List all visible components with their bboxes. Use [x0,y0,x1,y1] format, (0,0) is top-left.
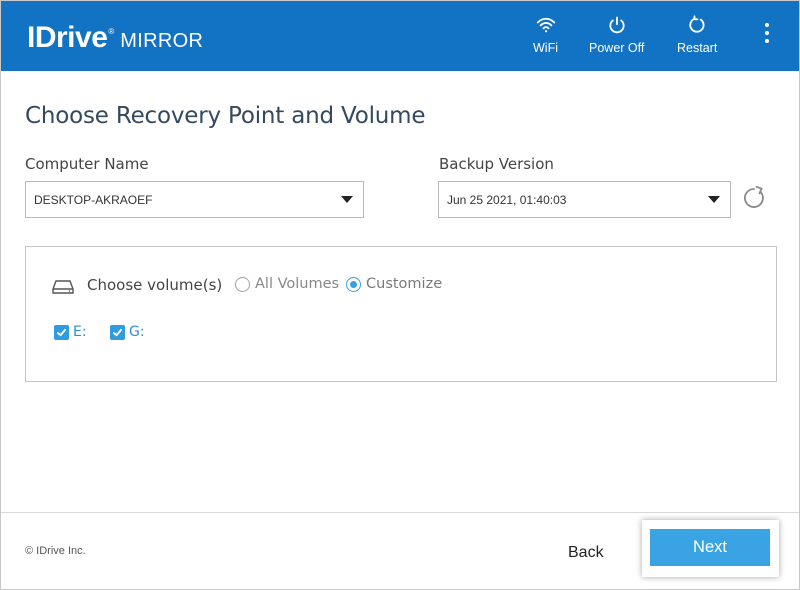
volume-selection-panel: Choose volume(s) All Volumes Customize E… [25,246,777,382]
computer-name-label: Computer Name [25,155,149,173]
power-off-label: Power Off [589,41,645,55]
choose-volumes-label: Choose volume(s) [87,276,223,294]
copyright-text: © IDrive Inc. [25,545,86,557]
drive-e-label: E: [73,324,87,340]
drive-g-checkbox[interactable]: G: [110,324,145,340]
app-window: IDrive ® MIRROR WiFi Power Off Restart C… [0,0,800,590]
customize-radio[interactable]: Customize [346,276,442,292]
drive-g-label: G: [129,324,145,340]
radio-checked-icon [346,276,361,292]
all-volumes-label: All Volumes [255,276,340,292]
page-title: Choose Recovery Point and Volume [25,103,426,129]
chevron-down-icon [708,196,720,203]
checkbox-checked-icon [110,324,125,340]
app-logo: IDrive ® MIRROR [27,23,203,53]
more-menu-button[interactable] [759,23,775,49]
refresh-icon[interactable] [741,185,767,211]
computer-name-value: DESKTOP-AKRAOEF [34,192,153,207]
hard-drive-icon [52,280,74,294]
next-button-highlight: Next [642,520,779,577]
customize-label: Customize [366,276,443,292]
backup-version-label: Backup Version [439,155,554,173]
footer-divider [1,512,799,513]
radio-unchecked-icon [235,276,250,292]
next-button[interactable]: Next [650,529,770,566]
drive-e-checkbox[interactable]: E: [54,324,87,340]
top-bar: IDrive ® MIRROR WiFi Power Off Restart [1,1,799,71]
checkbox-checked-icon [54,324,69,340]
computer-name-select[interactable]: DESKTOP-AKRAOEF [25,181,364,218]
backup-version-value: Jun 25 2021, 01:40:03 [447,192,567,207]
wifi-button[interactable]: WiFi [533,15,558,55]
power-icon [609,16,625,34]
chevron-down-icon [341,196,353,203]
restart-button[interactable]: Restart [677,15,717,55]
logo-product: MIRROR [120,30,204,52]
backup-version-select[interactable]: Jun 25 2021, 01:40:03 [438,181,731,218]
more-vertical-icon [765,23,769,47]
logo-brand: IDrive [27,21,108,54]
wifi-icon [536,17,555,33]
restart-label: Restart [677,41,718,55]
restart-icon [689,15,705,33]
all-volumes-radio[interactable]: All Volumes [235,276,339,292]
power-off-button[interactable]: Power Off [589,15,644,55]
wifi-label: WiFi [533,41,558,55]
logo-registered-mark: ® [108,27,115,36]
back-button[interactable]: Back [568,544,604,562]
